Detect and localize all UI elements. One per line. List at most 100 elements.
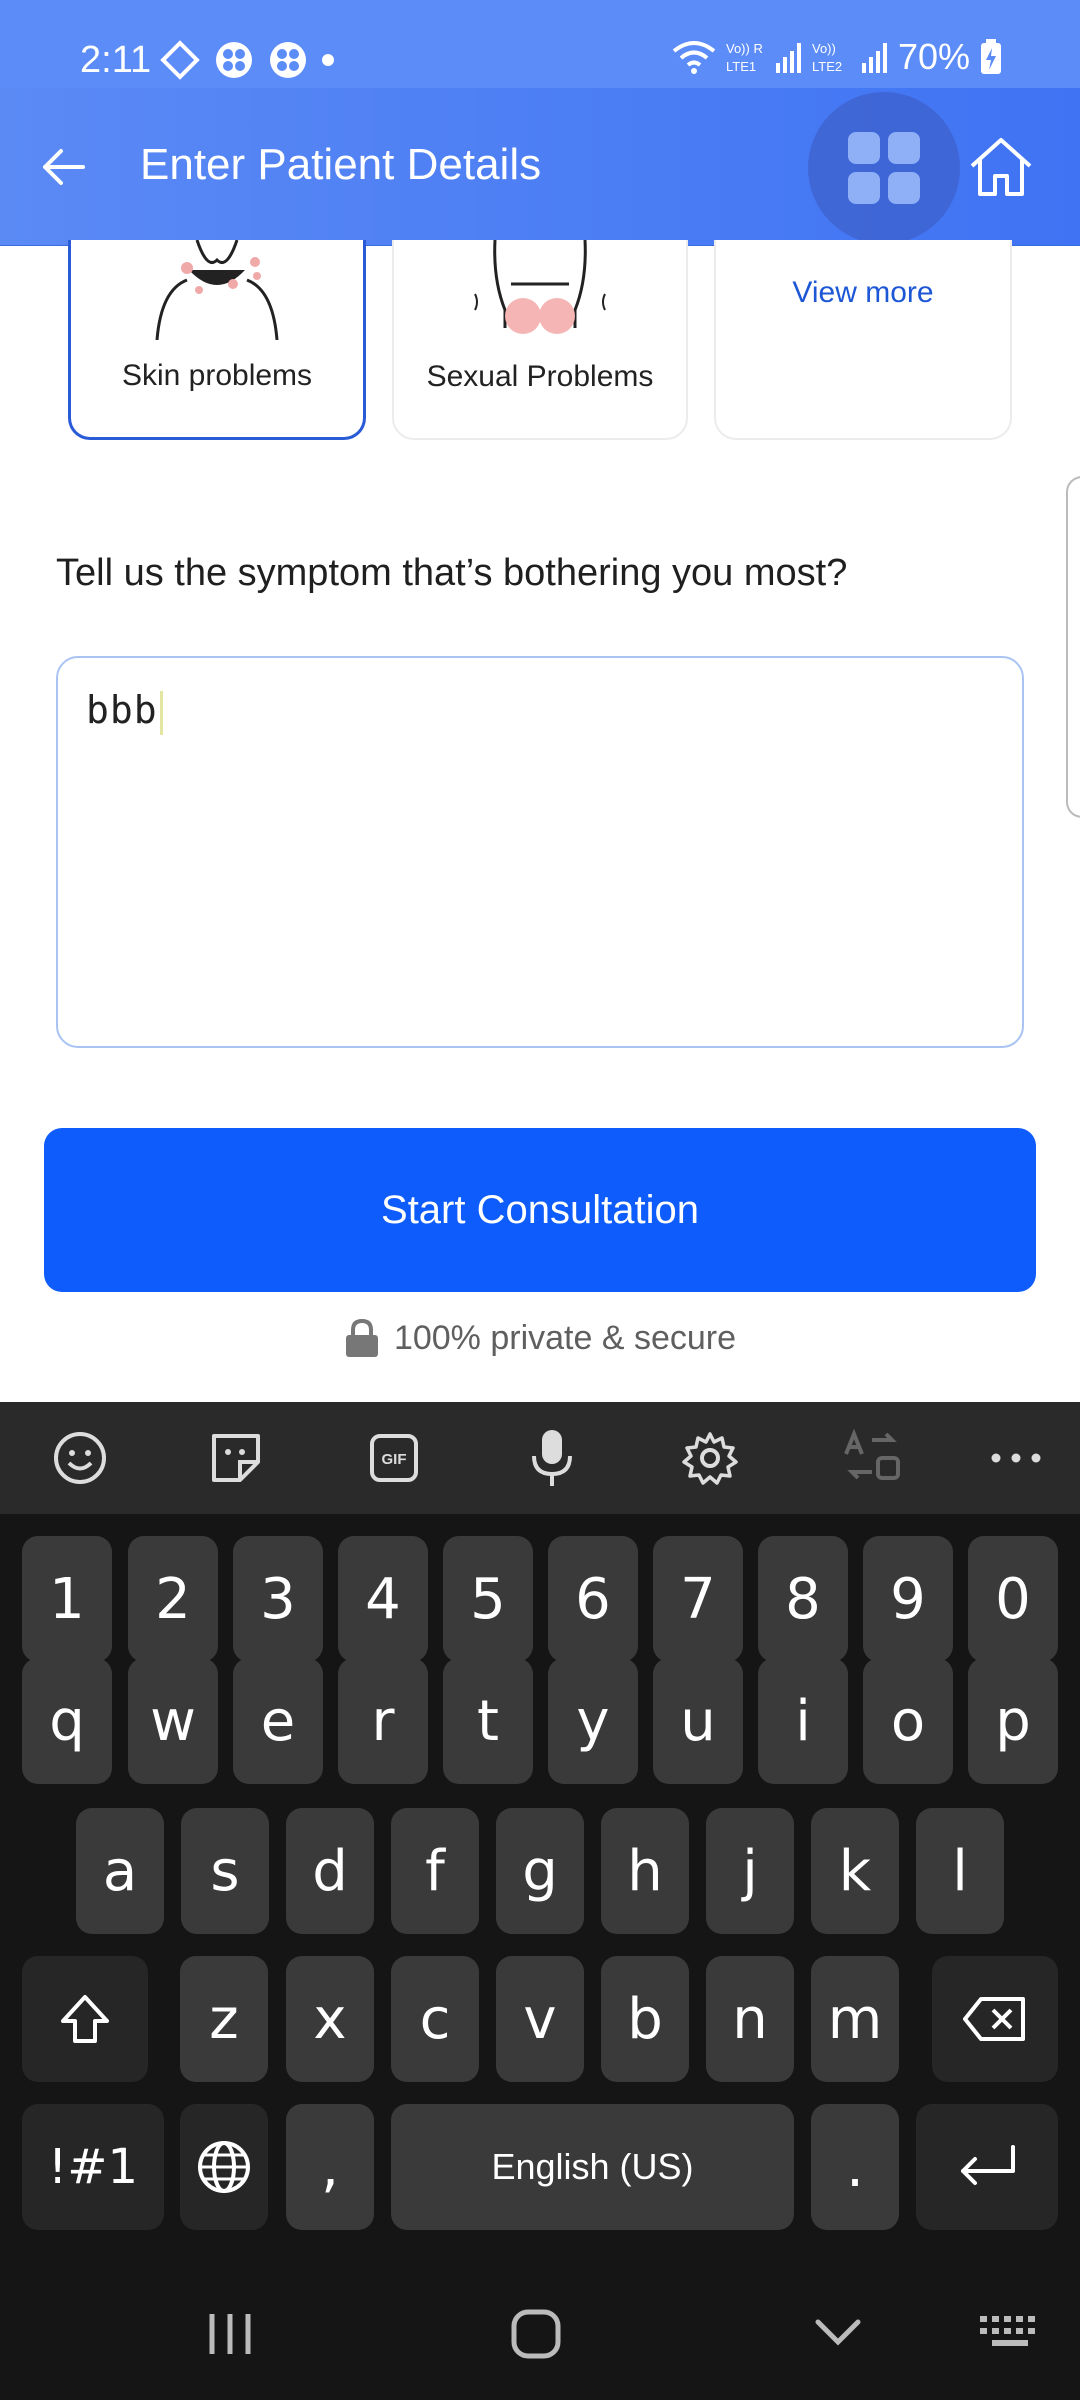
- home-icon: [970, 138, 1032, 196]
- clover-notification-icon-2: [270, 42, 306, 78]
- svg-text:Vo)): Vo)): [812, 41, 836, 56]
- backspace-key[interactable]: [932, 1956, 1058, 2082]
- key-v[interactable]: v: [496, 1956, 584, 2082]
- back-button[interactable]: [28, 132, 98, 202]
- key-5[interactable]: 5: [443, 1536, 533, 1662]
- nav-home-button[interactable]: [506, 2304, 566, 2369]
- signal-lte1-icon: Vo)) R LTE1: [726, 41, 801, 74]
- shift-key[interactable]: [22, 1956, 148, 2082]
- text-cursor: [159, 690, 163, 735]
- wifi-icon: [672, 41, 716, 74]
- key-i[interactable]: i: [758, 1658, 848, 1784]
- key-a[interactable]: a: [76, 1808, 164, 1934]
- view-more-link[interactable]: View more: [716, 276, 1010, 310]
- category-card-sexual[interactable]: Sexual Problems: [392, 240, 688, 440]
- clover-notification-icon: [216, 42, 252, 78]
- recents-icon: [209, 2314, 251, 2354]
- key-c[interactable]: c: [391, 1956, 479, 2082]
- gear-icon: [682, 1432, 738, 1485]
- svg-text:LTE2: LTE2: [812, 59, 842, 74]
- key-d[interactable]: d: [286, 1808, 374, 1934]
- category-card-view-more[interactable]: View more: [714, 240, 1012, 440]
- key-1[interactable]: 1: [22, 1536, 112, 1662]
- key-x[interactable]: x: [286, 1956, 374, 2082]
- status-time: 2:11: [80, 39, 152, 81]
- language-key[interactable]: [180, 2104, 268, 2230]
- arrow-left-icon: [43, 149, 85, 185]
- translate-icon: [844, 1428, 900, 1480]
- more-options-button[interactable]: [980, 1422, 1052, 1494]
- key-n[interactable]: n: [706, 1956, 794, 2082]
- period-key[interactable]: .: [811, 2104, 899, 2230]
- space-key[interactable]: English (US): [391, 2104, 794, 2230]
- key-s[interactable]: s: [181, 1808, 269, 1934]
- category-label: Sexual Problems: [426, 360, 654, 393]
- key-2[interactable]: 2: [128, 1536, 218, 1662]
- key-9[interactable]: 9: [863, 1536, 953, 1662]
- keyboard-toolbar: GIF: [0, 1402, 1080, 1514]
- key-0[interactable]: 0: [968, 1536, 1058, 1662]
- sexual-problems-illustration: [474, 240, 606, 334]
- key-t[interactable]: t: [443, 1658, 533, 1784]
- category-label: Skin problems: [121, 359, 313, 392]
- sticker-icon: [212, 1434, 260, 1482]
- symbols-key[interactable]: !#1: [22, 2104, 164, 2230]
- key-y[interactable]: y: [548, 1658, 638, 1784]
- key-q[interactable]: q: [22, 1658, 112, 1784]
- page-title: Enter Patient Details: [140, 140, 542, 189]
- key-p[interactable]: p: [968, 1658, 1058, 1784]
- svg-text:Vo)) R: Vo)) R: [726, 41, 763, 56]
- key-o[interactable]: o: [863, 1658, 953, 1784]
- lock-icon: [345, 1318, 378, 1357]
- privacy-note: 100% private & secure: [0, 1318, 1080, 1358]
- key-l[interactable]: l: [916, 1808, 1004, 1934]
- category-card-skin[interactable]: Skin problems: [68, 240, 366, 440]
- key-k[interactable]: k: [811, 1808, 899, 1934]
- comma-key[interactable]: ,: [286, 2104, 374, 2230]
- voice-input-button[interactable]: [516, 1422, 588, 1494]
- key-r[interactable]: r: [338, 1658, 428, 1784]
- hide-keyboard-button[interactable]: [808, 2308, 868, 2363]
- key-m[interactable]: m: [811, 1956, 899, 2082]
- key-b[interactable]: b: [601, 1956, 689, 2082]
- floating-apps-button[interactable]: [808, 92, 960, 244]
- key-7[interactable]: 7: [653, 1536, 743, 1662]
- key-w[interactable]: w: [128, 1658, 218, 1784]
- side-panel-handle[interactable]: [1066, 476, 1080, 818]
- key-h[interactable]: h: [601, 1808, 689, 1934]
- keyboard-icon: [980, 2316, 1035, 2346]
- home-square-icon: [511, 2309, 561, 2359]
- translate-button[interactable]: [836, 1422, 908, 1494]
- key-u[interactable]: u: [653, 1658, 743, 1784]
- system-nav-bar: [0, 2268, 1080, 2400]
- battery-percent: 70%: [897, 36, 970, 77]
- emoji-button[interactable]: [44, 1422, 116, 1494]
- more-notifications-dot: [322, 54, 334, 66]
- enter-icon: [961, 2145, 1015, 2185]
- enter-key[interactable]: [916, 2104, 1058, 2230]
- gif-icon: GIF: [370, 1434, 418, 1482]
- app-notification-icon: [160, 40, 200, 80]
- key-8[interactable]: 8: [758, 1536, 848, 1662]
- key-j[interactable]: j: [706, 1808, 794, 1934]
- key-f[interactable]: f: [391, 1808, 479, 1934]
- key-6[interactable]: 6: [548, 1536, 638, 1662]
- keyboard-settings-button[interactable]: [674, 1422, 746, 1494]
- globe-icon: [198, 2141, 250, 2193]
- gif-button[interactable]: GIF: [358, 1422, 430, 1494]
- privacy-text: 100% private & secure: [393, 1318, 737, 1357]
- recents-button[interactable]: [200, 2304, 260, 2369]
- key-z[interactable]: z: [180, 1956, 268, 2082]
- home-button[interactable]: [962, 128, 1040, 206]
- notification-icons: [160, 40, 334, 80]
- shift-icon: [61, 1995, 109, 2043]
- key-3[interactable]: 3: [233, 1536, 323, 1662]
- start-consultation-button[interactable]: Start Consultation: [44, 1128, 1036, 1292]
- key-g[interactable]: g: [496, 1808, 584, 1934]
- backspace-icon: [963, 1997, 1025, 2041]
- sticker-button[interactable]: [200, 1422, 272, 1494]
- keyboard-switch-button[interactable]: [978, 2312, 1042, 2357]
- key-e[interactable]: e: [233, 1658, 323, 1784]
- symptom-input[interactable]: bbb: [56, 656, 1024, 1048]
- key-4[interactable]: 4: [338, 1536, 428, 1662]
